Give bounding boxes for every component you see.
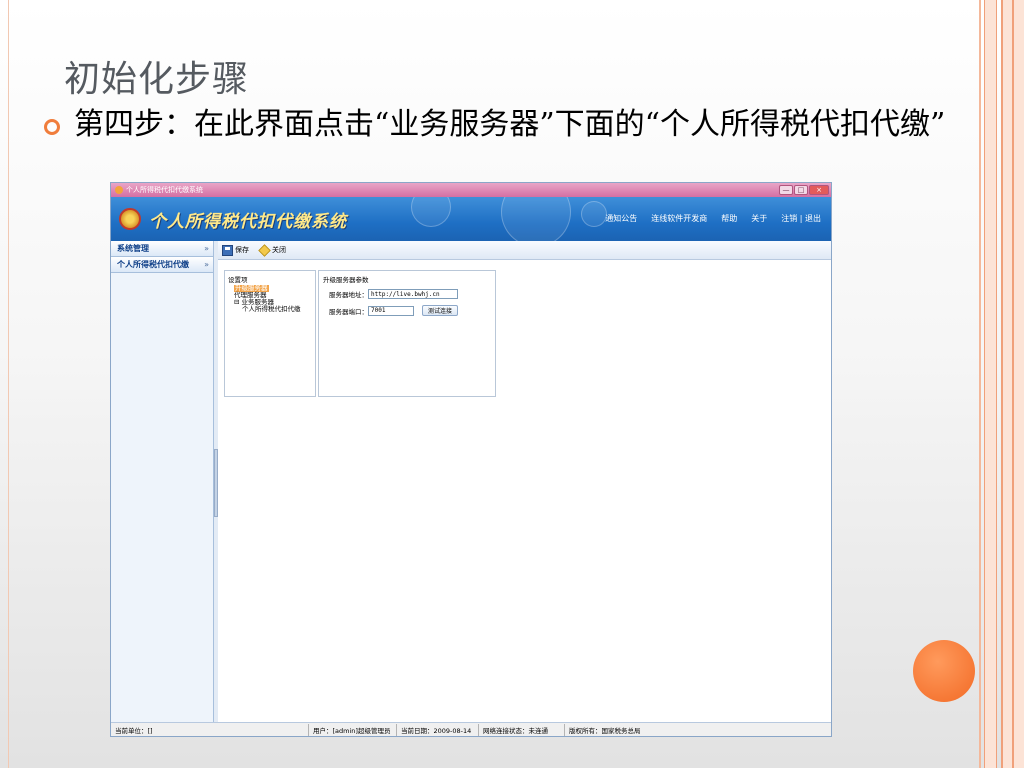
app-banner: 个人所得税代扣代缴系统 通知公告 连线软件开发商 帮助 关于 注销 | 退出 <box>111 197 831 241</box>
params-title: 升级服务器参数 <box>323 276 369 284</box>
status-copyright: 版权所有：国家税务总局 <box>569 726 641 735</box>
minimize-icon[interactable]: — <box>779 185 793 195</box>
close-label: 关闭 <box>272 246 286 254</box>
nav-help[interactable]: 帮助 <box>721 213 737 224</box>
server-address-input[interactable] <box>368 289 458 299</box>
decor-stripe <box>1012 0 1014 768</box>
settings-tree: 设置项 升级服务器 代理服务器 ⊟ 业务服务器 个人所得税代扣代缴 <box>224 270 316 397</box>
tree-node-personal-income-tax[interactable]: 个人所得税代扣代缴 <box>228 306 312 313</box>
slide-body-text: 第四步：在此界面点击“业务服务器”下面的“个人所得税代扣代缴” <box>74 107 946 142</box>
server-params-panel: 升级服务器参数 服务器地址： 服务器端口： 测试连接 <box>318 270 496 397</box>
status-network: 网络连接状态：未连通 <box>479 723 565 736</box>
chevron-down-icon: » <box>204 244 209 253</box>
slide-left-edge <box>8 0 9 768</box>
top-nav: 通知公告 连线软件开发商 帮助 关于 注销 | 退出 <box>591 213 821 224</box>
address-label: 服务器地址： <box>329 291 368 299</box>
status-unit: 当前单位：[] <box>111 723 309 736</box>
app-body: 系统管理 » 个人所得税代扣代缴 » 保存 关闭 设置项 升级服务器 代理服务器… <box>111 241 831 722</box>
save-icon <box>222 244 233 256</box>
tree-root[interactable]: 设置项 <box>228 274 312 284</box>
status-date: 当前日期：2009-08-14 <box>397 723 479 736</box>
window-controls: — □ × <box>779 185 829 195</box>
window-title: 个人所得税代扣代缴系统 <box>126 186 203 194</box>
app-icon <box>115 186 123 194</box>
window-titlebar[interactable]: 个人所得税代扣代缴系统 — □ × <box>111 183 831 197</box>
save-button[interactable]: 保存 <box>222 244 249 256</box>
sidebar-item-personal-income-tax[interactable]: 个人所得税代扣代缴 » <box>111 257 213 273</box>
close-icon <box>258 243 271 257</box>
status-bar: 当前单位：[] 用户：[admin]超级管理员 当前日期：2009-08-14 … <box>111 722 831 736</box>
nav-logout-exit[interactable]: 注销 | 退出 <box>781 213 821 224</box>
maximize-icon[interactable]: □ <box>794 185 808 195</box>
chevron-down-icon: » <box>204 260 209 269</box>
status-user: 用户：[admin]超级管理员 <box>309 723 397 736</box>
tree-expander-icon[interactable]: ⊟ <box>234 298 239 306</box>
tax-emblem-icon <box>119 208 141 230</box>
decor-stripe <box>979 0 981 768</box>
sidebar-item-label: 系统管理 <box>117 244 149 253</box>
close-button[interactable]: 关闭 <box>258 243 286 257</box>
bullet-icon <box>44 119 60 135</box>
nav-vendor[interactable]: 连线软件开发商 <box>651 213 707 224</box>
decor-bubble <box>411 197 451 227</box>
server-port-input[interactable] <box>368 305 414 316</box>
sidebar-item-label: 个人所得税代扣代缴 <box>117 260 189 269</box>
nav-about[interactable]: 关于 <box>751 213 767 224</box>
banner-title: 个人所得税代扣代缴系统 <box>149 211 347 232</box>
test-connection-button[interactable]: 测试连接 <box>422 305 459 316</box>
decor-bubble <box>501 197 571 241</box>
sidebar: 系统管理 » 个人所得税代扣代缴 » <box>111 241 214 722</box>
address-row: 服务器地址： <box>329 289 458 299</box>
toolbar: 保存 关闭 <box>218 241 831 260</box>
main-content: 保存 关闭 设置项 升级服务器 代理服务器 ⊟ 业务服务器 个人所得税代扣代缴 … <box>218 241 831 722</box>
save-label: 保存 <box>235 246 249 254</box>
close-icon[interactable]: × <box>809 185 829 195</box>
port-label: 服务器端口： <box>329 307 368 316</box>
nav-notice[interactable]: 通知公告 <box>605 213 637 224</box>
port-row: 服务器端口： 测试连接 <box>329 305 459 316</box>
sidebar-item-system-management[interactable]: 系统管理 » <box>111 241 213 257</box>
app-window: 个人所得税代扣代缴系统 — □ × 个人所得税代扣代缴系统 通知公告 连线软件开… <box>110 182 832 737</box>
slide-title: 初始化步骤 <box>64 59 250 100</box>
decor-circle <box>913 640 975 702</box>
decor-stripe <box>984 0 997 768</box>
